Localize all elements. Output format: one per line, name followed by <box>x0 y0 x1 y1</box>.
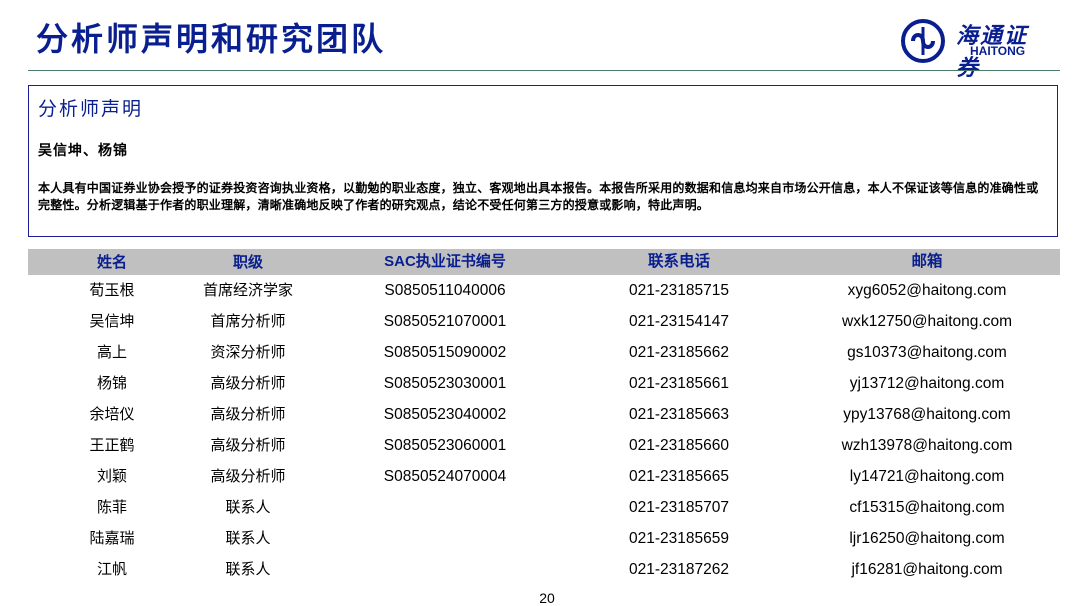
cell-rank: 联系人 <box>225 560 271 578</box>
cell-email: wxk12750@haitong.com <box>842 313 1012 330</box>
statement-authors: 吴信坤、杨锦 <box>38 143 128 159</box>
cell-tel: 021-23185665 <box>629 468 729 485</box>
cell-email: gs10373@haitong.com <box>847 344 1007 361</box>
cell-rank: 高级分析师 <box>210 436 286 454</box>
cell-rank: 高级分析师 <box>210 374 286 392</box>
cell-email: jf16281@haitong.com <box>851 561 1003 578</box>
table-header-row: 姓名 职级 SAC执业证书编号 联系电话 邮箱 <box>28 249 1060 275</box>
cell-sac: S0850523040002 <box>383 406 507 423</box>
cell-name: 刘颖 <box>96 467 128 485</box>
title-divider <box>28 70 1060 71</box>
cell-sac: S0850523060001 <box>383 437 507 454</box>
cell-email: ljr16250@haitong.com <box>849 530 1005 547</box>
cell-sac: S0850521070001 <box>383 313 507 330</box>
cell-tel: 021-23154147 <box>629 313 729 330</box>
table-row: 陆嘉瑞 联系人 021-23185659 ljr16250@haitong.com <box>28 523 1060 554</box>
statement-heading: 分析师声明 <box>38 98 144 120</box>
cell-name: 余培仪 <box>89 405 135 423</box>
header-email: 邮箱 <box>911 253 943 270</box>
cell-rank: 首席经济学家 <box>202 281 294 299</box>
haitong-logo: 海通证券 HAITONG <box>900 18 1040 81</box>
cell-name: 江帆 <box>96 560 128 578</box>
cell-name: 荀玉根 <box>89 281 135 299</box>
cell-sac: S0850524070004 <box>383 468 507 485</box>
cell-rank: 高级分析师 <box>210 467 286 485</box>
table-row: 刘颖 高级分析师 S0850524070004 021-23185665 ly14721… <box>28 461 1060 492</box>
cell-tel: 021-23185659 <box>629 530 729 547</box>
header-sac: SAC执业证书编号 <box>384 253 506 270</box>
cell-tel: 021-23185660 <box>629 437 729 454</box>
cell-tel: 021-23187262 <box>629 561 729 578</box>
cell-name: 陆嘉瑞 <box>89 529 135 547</box>
cell-email: ly14721@haitong.com <box>849 468 1005 485</box>
table-row: 高上 资深分析师 S0850515090002 021-23185662 gs10373… <box>28 337 1060 368</box>
analyst-statement-box: 分析师声明 吴信坤、杨锦 本人具有中国证券业协会授予的证券投资咨询执业资格，以勤… <box>28 85 1058 237</box>
cell-rank: 联系人 <box>225 529 271 547</box>
cell-name: 王正鹤 <box>89 436 135 454</box>
header-tel: 联系电话 <box>647 253 711 270</box>
table-body: 荀玉根 首席经济学家 S0850511040006 021-23185715 xyg60… <box>28 275 1060 585</box>
cell-tel: 021-23185707 <box>629 499 729 516</box>
cell-rank: 首席分析师 <box>210 312 286 330</box>
cell-name: 陈菲 <box>96 498 128 516</box>
cell-rank: 高级分析师 <box>210 405 286 423</box>
cell-tel: 021-23185662 <box>629 344 729 361</box>
cell-email: ypy13768@haitong.com <box>843 406 1011 423</box>
haitong-emblem-icon <box>901 19 945 63</box>
cell-email: cf15315@haitong.com <box>849 499 1005 516</box>
cell-tel: 021-23185663 <box>629 406 729 423</box>
cell-sac: S0850523030001 <box>383 375 507 392</box>
table-row: 吴信坤 首席分析师 S0850521070001 021-23154147 wxk127… <box>28 306 1060 337</box>
cell-tel: 021-23185715 <box>629 282 729 299</box>
cell-email: wzh13978@haitong.com <box>841 437 1013 454</box>
table-row: 陈菲 联系人 021-23185707 cf15315@haitong.com <box>28 492 1060 523</box>
table-row: 余培仪 高级分析师 S0850523040002 021-23185663 ypy137… <box>28 399 1060 430</box>
cell-name: 杨锦 <box>96 374 128 392</box>
header-rank: 职级 <box>232 253 264 271</box>
header-name: 姓名 <box>96 253 128 271</box>
cell-email: xyg6052@haitong.com <box>847 282 1007 299</box>
statement-text: 本人具有中国证券业协会授予的证券投资咨询执业资格，以勤勉的职业态度，独立、客观地… <box>38 181 1039 212</box>
cell-name: 吴信坤 <box>89 312 135 330</box>
research-team-table: 姓名 职级 SAC执业证书编号 联系电话 邮箱 荀玉根 首席经济学家 S085051… <box>28 249 1060 585</box>
logo-english-text: HAITONG <box>970 44 1026 58</box>
cell-email: yj13712@haitong.com <box>849 375 1005 392</box>
page-title: 分析师声明和研究团队 <box>36 20 387 58</box>
cell-sac: S0850515090002 <box>383 344 507 361</box>
cell-rank: 联系人 <box>225 498 271 516</box>
cell-rank: 资深分析师 <box>210 343 286 361</box>
table-row: 荀玉根 首席经济学家 S0850511040006 021-23185715 xyg60… <box>28 275 1060 306</box>
cell-sac: S0850511040006 <box>384 282 506 299</box>
cell-tel: 021-23185661 <box>629 375 729 392</box>
table-row: 江帆 联系人 021-23187262 jf16281@haitong.com <box>28 554 1060 585</box>
cell-name: 高上 <box>96 343 128 361</box>
table-row: 王正鹤 高级分析师 S0850523060001 021-23185660 wzh139… <box>28 430 1060 461</box>
table-row: 杨锦 高级分析师 S0850523030001 021-23185661 yj13712… <box>28 368 1060 399</box>
page-number: 20 <box>539 590 555 606</box>
